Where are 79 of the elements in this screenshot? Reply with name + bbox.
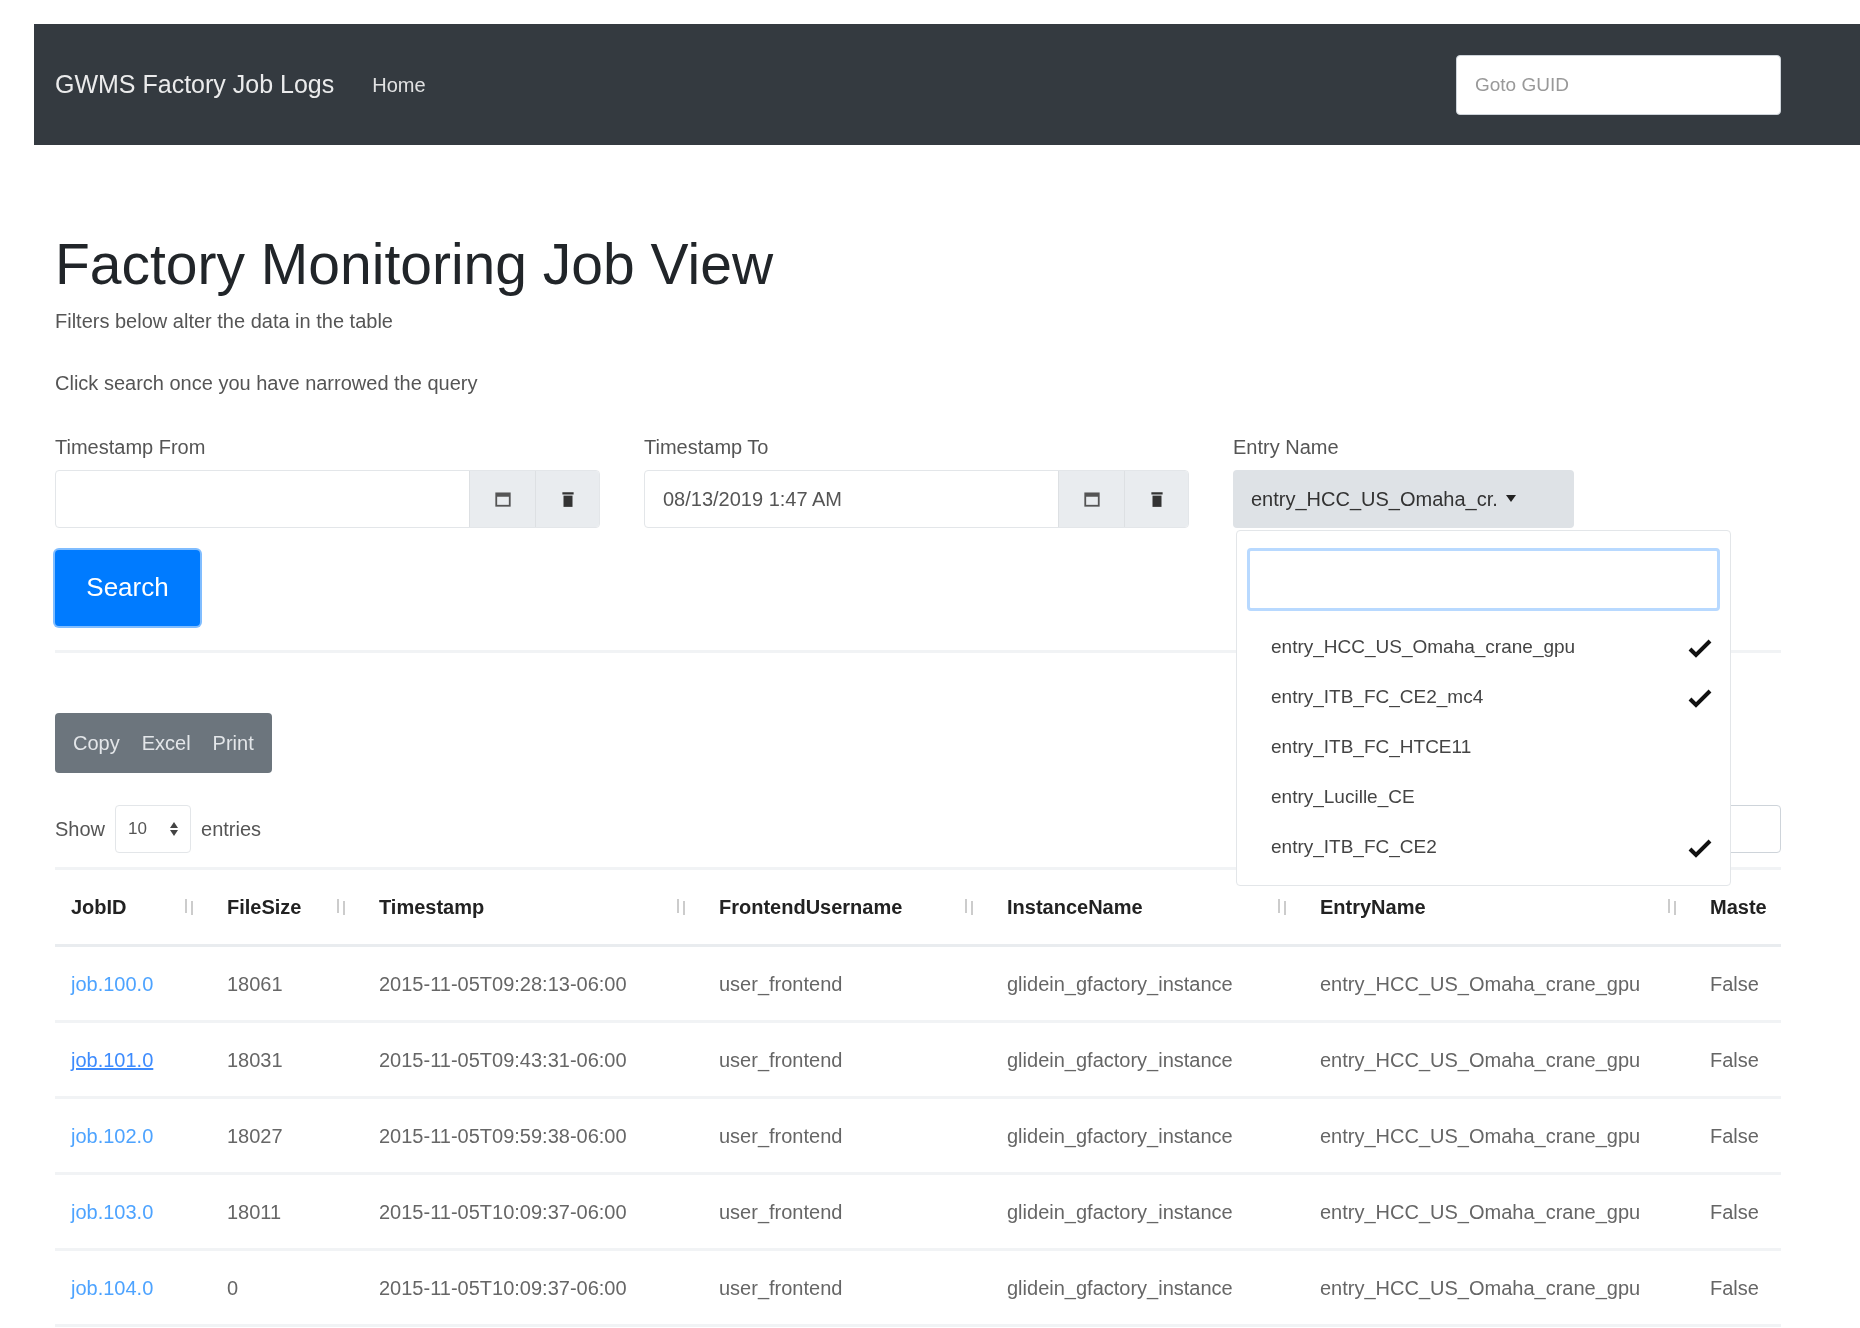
table-cell: False [1710,1276,1759,1299]
table-cell: user_frontend [719,972,843,995]
table-cell: 2015-11-05T10:09:37-06:00 [379,1200,627,1223]
sort-icon [675,898,687,915]
dropdown-option[interactable]: entry_Lucille_CE [1247,772,1720,823]
column-header[interactable]: Timestamp [379,891,687,922]
table-cell: entry_HCC_US_Omaha_crane_gpu [1320,1048,1641,1071]
export-button[interactable]: Excel [131,720,201,765]
table-cell: user_frontend [719,1276,843,1299]
length-label: entries [201,816,262,842]
column-header[interactable]: JobID [71,891,195,922]
field-label: Entry Name [1233,434,1340,460]
table-cell: False [1710,1200,1759,1223]
table-cell: 2015-11-05T09:28:13-06:00 [379,972,627,995]
export-button[interactable]: Print [202,720,264,765]
trash-icon [1149,489,1164,508]
table-cell: entry_HCC_US_Omaha_crane_gpu [1320,972,1641,995]
table-cell: user_frontend [719,1048,843,1071]
export-button[interactable]: Copy [63,720,130,765]
table-cell: 2015-11-05T09:43:31-06:00 [379,1048,627,1071]
table-cell: glidein_gfactory_instance [1007,1048,1233,1071]
date-field[interactable]: 08/13/2019 1:47 AM [644,469,1189,528]
description-text: Filters below alter the data in the table [55,308,394,334]
sort-icon [1276,898,1288,915]
dropdown-search-field[interactable] [1247,547,1720,611]
table-cell: user_frontend [719,1124,843,1147]
calendar-button[interactable] [469,470,535,527]
table-cell: False [1710,1124,1759,1147]
description-text: Click search once you have narrowed the query [55,370,479,396]
table-cell: 18031 [227,1048,283,1071]
column-header[interactable]: EntryName [1320,891,1678,922]
page-title: Factory Monitoring Job View [55,233,775,296]
sort-icon [963,898,975,915]
sort-icon [1666,898,1678,915]
table-cell: glidein_gfactory_instance [1007,972,1233,995]
table-cell: user_frontend [719,1200,843,1223]
table-cell: 18027 [227,1124,283,1147]
table-cell: glidein_gfactory_instance [1007,1276,1233,1299]
sort-icon [183,898,195,915]
table-cell: 18061 [227,972,283,995]
column-header[interactable]: FrontendUsername [719,891,975,922]
length-label: Show [55,816,106,842]
nav-link[interactable]: Home [372,69,426,100]
clear-button[interactable] [1124,470,1188,527]
table-cell: False [1710,1048,1759,1071]
date-field[interactable] [55,469,600,528]
calendar-button[interactable] [1058,470,1124,527]
table-cell: False [1710,972,1759,995]
dropdown-option[interactable]: entry_ITB_FC_HTCE11 [1247,722,1720,773]
field-label: Timestamp From [55,434,207,460]
table-cell: 18011 [227,1200,282,1223]
entry-dropdown[interactable]: entry_HCC_US_Omaha_cr. [1233,469,1574,528]
page-length-select[interactable]: 10 [115,804,192,853]
table-cell: entry_HCC_US_Omaha_crane_gpu [1320,1276,1641,1299]
field-value: 08/13/2019 1:47 AM [663,486,843,512]
table-cell: 0 [227,1276,239,1299]
sort-icon [335,898,347,915]
dropdown-option[interactable]: entry_ITB_FC_CE2 [1247,822,1720,873]
field-label: Timestamp To [644,434,770,460]
caret-icon [1505,494,1516,503]
goto-guid-field[interactable]: Goto GUID [1456,54,1781,115]
calendar-icon [1082,489,1101,508]
table-cell: 2015-11-05T10:09:37-06:00 [379,1276,627,1299]
dropdown-option[interactable]: entry_HCC_US_Omaha_crane_gpu [1247,622,1720,673]
table-cell: entry_HCC_US_Omaha_crane_gpu [1320,1200,1641,1223]
clear-button[interactable] [535,470,599,527]
dropdown-option[interactable]: entry_ITB_FC_CE2_mc4 [1247,672,1720,723]
brand-title[interactable]: GWMS Factory Job Logs [55,65,335,104]
column-header[interactable]: FileSize [227,891,347,922]
trash-icon [560,489,575,508]
column-header[interactable]: InstanceName [1007,891,1288,922]
search-button[interactable]: Search [55,549,200,626]
table-cell: entry_HCC_US_Omaha_crane_gpu [1320,1124,1641,1147]
table-cell: glidein_gfactory_instance [1007,1124,1233,1147]
column-header[interactable]: Maste [1710,891,1765,922]
calendar-icon [493,489,512,508]
updown-icon [170,821,179,836]
table-cell: glidein_gfactory_instance [1007,1200,1233,1223]
table-cell: 2015-11-05T09:59:38-06:00 [379,1124,627,1147]
